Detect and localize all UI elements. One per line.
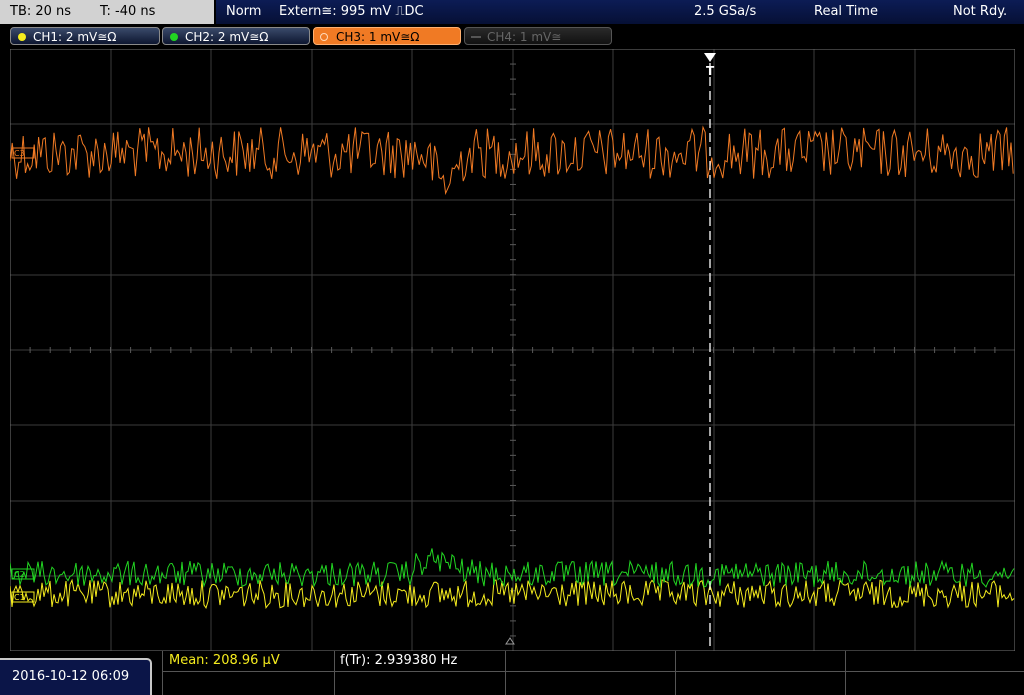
ch2-label: CH2: 2 mV≅Ω [185,30,269,44]
timebase-panel[interactable]: TB: 20 ns T: -40 ns [0,0,214,24]
date-time-display: 2016-10-12 06:09 [0,658,152,695]
ch2-indicator-icon [170,33,178,41]
sample-rate[interactable]: 2.5 GSa/s [694,0,756,24]
waveform-display[interactable]: T C3 C2 C1 [10,49,1015,651]
ch1-marker-label: C1 [14,593,25,602]
ch4-label: CH4: 1 mV≅ [487,30,562,44]
ch1-label: CH1: 2 mV≅Ω [33,30,117,44]
channel-1-tab[interactable]: CH1: 2 mV≅Ω [10,27,160,45]
mean-measurement[interactable]: Mean: 208.96 µV [169,653,280,668]
waveform-svg: T C3 C2 C1 [10,49,1015,651]
channel-4-tab[interactable]: CH4: 1 mV≅ [464,27,612,45]
channel-tabs: CH1: 2 mV≅Ω CH2: 2 mV≅Ω CH3: 1 mV≅Ω CH4:… [0,24,1024,48]
ch4-indicator-icon [471,36,481,38]
graticule-grid [10,49,1015,651]
acquisition-mode[interactable]: Real Time [814,0,878,24]
ch3-trace [10,125,1014,196]
ch1-indicator-icon [18,33,26,41]
timebase-readout[interactable]: TB: 20 ns [10,0,71,24]
ch2-marker-label: C2 [14,570,25,579]
frequency-measurement[interactable]: f(Tr): 2.939380 Hz [340,653,457,668]
trigger-source-info[interactable]: Extern≅: 995 mV ⎍DC [279,0,424,24]
channel-3-tab[interactable]: CH3: 1 mV≅Ω [313,27,461,45]
ch3-label: CH3: 1 mV≅Ω [336,30,420,44]
measurement-panel[interactable]: Mean: 208.96 µV f(Tr): 2.939380 Hz [162,651,1024,695]
trigger-label: T [706,64,715,78]
ch3-marker-label: C3 [14,149,25,158]
channel-2-tab[interactable]: CH2: 2 mV≅Ω [162,27,310,45]
trigger-time-readout[interactable]: T: -40 ns [100,0,155,24]
ch3-indicator-icon [320,32,328,41]
acquisition-status-bar: Norm Extern≅: 995 mV ⎍DC 2.5 GSa/s Real … [216,0,1024,24]
ch1-trace [10,578,1015,610]
acquisition-state: Not Rdy. [953,4,1008,19]
trigger-mode[interactable]: Norm [226,0,261,24]
ch2-trace [10,548,1015,589]
